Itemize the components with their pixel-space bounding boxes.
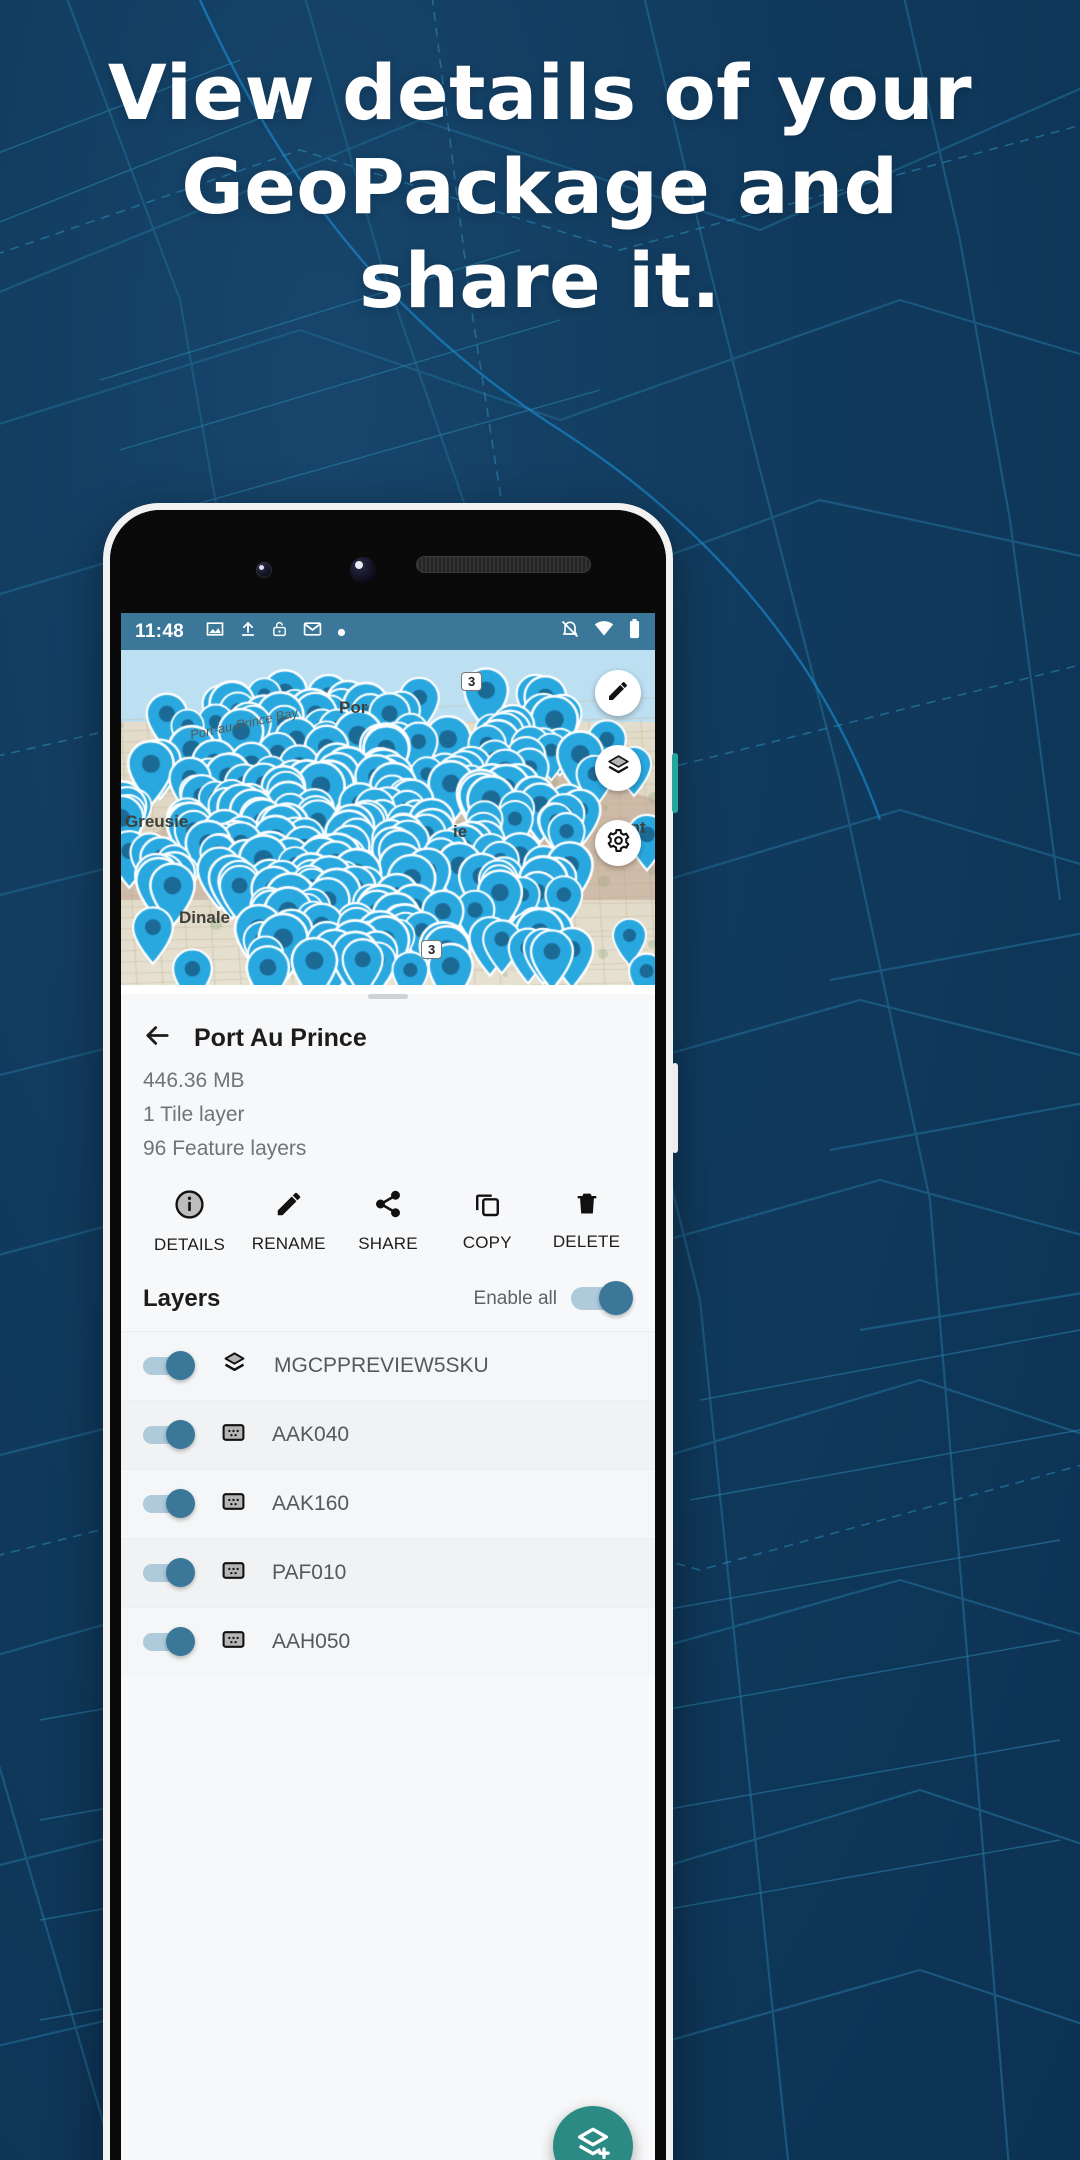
toggle-knob — [166, 1627, 195, 1657]
copy-label: COPY — [462, 1233, 512, 1253]
dot-icon — [337, 621, 346, 643]
map-layers-button[interactable] — [595, 745, 641, 791]
map-label-dinale: Dinale — [179, 908, 231, 927]
pencil-icon — [274, 1189, 304, 1224]
layer-name: MGCPPREVIEW5SKU — [274, 1354, 489, 1378]
list-item[interactable]: MGCPPREVIEW5SKU — [121, 1331, 655, 1401]
file-size: 446.36 MB — [143, 1069, 245, 1092]
feature-layer-icon — [221, 1420, 246, 1450]
list-item[interactable]: AAK040 — [121, 1400, 655, 1470]
layer-name: PAF010 — [272, 1561, 347, 1585]
add-layer-fab[interactable] — [553, 2106, 633, 2160]
action-bar: DETAILS RENAME SHARE COPY DELETE — [121, 1167, 655, 1255]
upload-icon — [239, 619, 257, 645]
feature-layer-icon — [221, 1627, 246, 1657]
layers-title: Layers — [143, 1285, 221, 1313]
list-item[interactable]: AAH050 — [121, 1607, 655, 1677]
list-item[interactable]: AAK160 — [121, 1469, 655, 1539]
power-button[interactable] — [672, 753, 678, 813]
wifi-icon — [593, 619, 615, 645]
toggle-knob — [166, 1351, 195, 1381]
list-item[interactable]: PAF010 — [121, 1538, 655, 1608]
share-button[interactable]: SHARE — [342, 1189, 435, 1255]
layer-toggle[interactable] — [143, 1627, 195, 1657]
promo-headline: View details of your GeoPackage and shar… — [0, 46, 1080, 329]
tile-layer-icon — [221, 1350, 248, 1382]
layer-toggle[interactable] — [143, 1420, 195, 1450]
map-marker-cluster[interactable] — [121, 650, 655, 985]
front-camera-secondary-icon — [256, 562, 272, 578]
trash-icon — [573, 1189, 601, 1222]
battery-icon — [628, 618, 641, 645]
layer-toggle[interactable] — [143, 1558, 195, 1588]
status-bar: 11:48 — [121, 613, 655, 650]
image-icon — [205, 619, 225, 645]
gmail-icon — [302, 619, 323, 645]
geopackage-meta: 446.36 MB 1 Tile layer 96 Feature layers — [121, 1065, 655, 1164]
feature-layer-icon — [221, 1558, 246, 1588]
map-settings-button[interactable] — [595, 820, 641, 866]
share-label: SHARE — [358, 1234, 418, 1254]
tile-layer-count: 1 Tile layer — [143, 1103, 245, 1127]
gear-icon — [606, 828, 631, 858]
feature-layer-icon — [221, 1489, 246, 1519]
phone-top-bezel — [110, 510, 666, 613]
delete-button[interactable]: DELETE — [540, 1189, 633, 1255]
toggle-knob — [166, 1489, 195, 1519]
toggle-knob — [166, 1558, 195, 1588]
map-edit-button[interactable] — [595, 670, 641, 716]
front-camera-icon — [350, 557, 376, 583]
rename-button[interactable]: RENAME — [242, 1189, 335, 1255]
map-label-greusie: Greusie — [125, 812, 189, 831]
layer-toggle[interactable] — [143, 1351, 195, 1381]
route-shield-2: 3 — [421, 940, 443, 959]
enable-all-label: Enable all — [473, 1288, 557, 1310]
page-title: Port Au Prince — [194, 1023, 367, 1052]
delete-label: DELETE — [552, 1232, 621, 1252]
map-label-ie: ie — [453, 822, 468, 841]
earpiece-speaker — [416, 556, 591, 573]
map-label-port: Por — [339, 698, 368, 717]
share-icon — [373, 1189, 403, 1224]
layer-name: AAK160 — [272, 1492, 350, 1516]
route-shield-1: 3 — [461, 672, 483, 691]
enable-all-toggle[interactable] — [571, 1281, 633, 1316]
info-icon — [174, 1189, 205, 1225]
details-button[interactable]: DETAILS — [143, 1189, 236, 1255]
sheet-header: Port Au Prince — [121, 999, 655, 1055]
copy-icon — [473, 1189, 502, 1223]
headline-line-3: share it. — [359, 236, 721, 326]
phone-device-frame: 11:48 Port-au-Prince Bay Por Greusie ie … — [103, 503, 678, 2160]
toggle-knob — [599, 1281, 633, 1316]
details-label: DETAILS — [154, 1235, 225, 1255]
app-screen: 11:48 Port-au-Prince Bay Por Greusie ie … — [121, 613, 655, 2160]
phone-screen-bezel: 11:48 Port-au-Prince Bay Por Greusie ie … — [110, 510, 666, 2160]
notifications-off-icon — [560, 619, 580, 645]
map-view[interactable]: Port-au-Prince Bay Por T Greusie ie Gant… — [121, 650, 655, 985]
copy-button[interactable]: COPY — [441, 1189, 534, 1255]
status-bar-clock: 11:48 — [135, 620, 185, 642]
headline-line-2: GeoPackage and — [181, 142, 899, 232]
layer-list[interactable]: MGCPPREVIEW5SKU AAK040 AAK160 PAF010 AAH… — [121, 1331, 655, 1677]
layer-toggle[interactable] — [143, 1489, 195, 1519]
geopackage-detail-sheet: Port Au Prince 446.36 MB 1 Tile layer 96… — [121, 994, 655, 2160]
layer-name: AAH050 — [272, 1630, 351, 1654]
rename-label: RENAME — [251, 1234, 326, 1254]
pencil-icon — [606, 679, 630, 708]
add-layer-icon — [573, 2124, 613, 2160]
lock-icon — [271, 619, 288, 645]
layers-section-header: Layers Enable all — [121, 1255, 655, 1331]
volume-button[interactable] — [672, 1063, 678, 1153]
arrow-left-icon[interactable] — [143, 1021, 172, 1055]
toggle-knob — [166, 1420, 195, 1450]
layer-name: AAK040 — [272, 1423, 350, 1447]
feature-layer-count: 96 Feature layers — [143, 1137, 307, 1161]
headline-line-1: View details of your — [107, 48, 973, 137]
layers-icon — [606, 753, 631, 783]
